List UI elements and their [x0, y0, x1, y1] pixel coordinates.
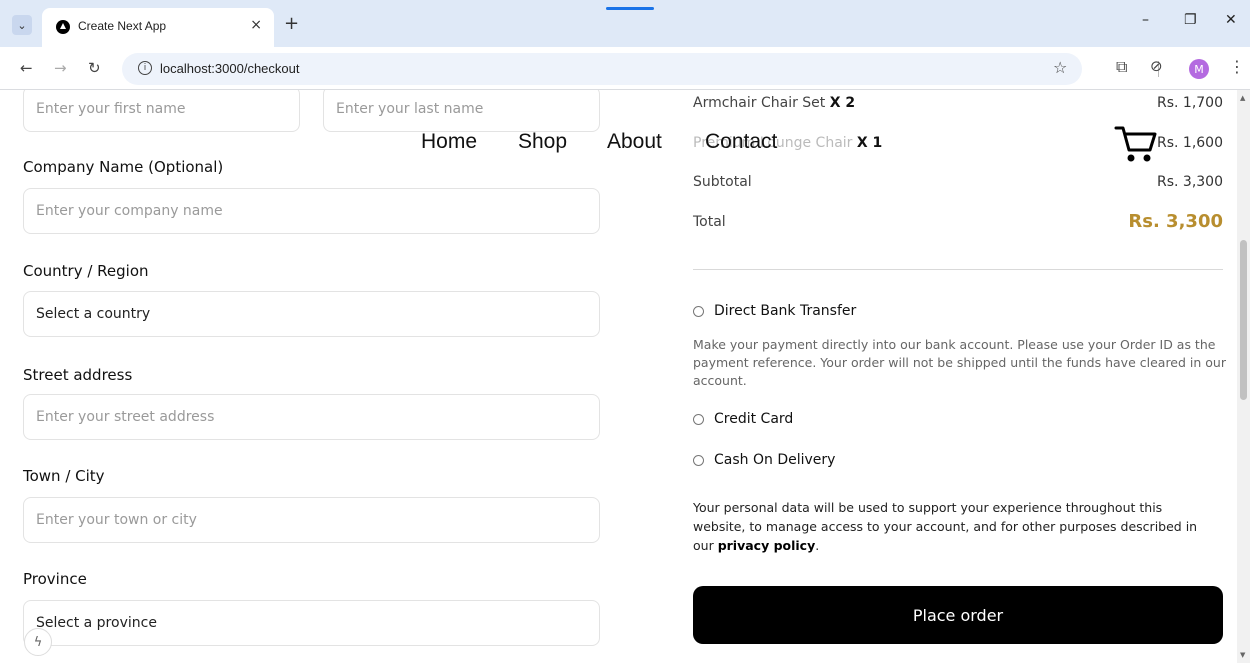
url-omnibox[interactable]: i localhost:3000/checkout	[122, 53, 1082, 85]
page-scrollbar[interactable]: ▲ ▼	[1237, 90, 1250, 663]
minimize-icon[interactable]: –	[1142, 12, 1149, 28]
summary-divider	[693, 269, 1223, 270]
performance-icon[interactable]: ⊘	[1150, 57, 1163, 75]
subtotal-label: Subtotal	[693, 174, 752, 190]
nextjs-dev-badge-icon[interactable]: ϟ	[24, 628, 52, 656]
browser-tab-strip: ⌄ Create Next App × + – ❐ ✕	[0, 0, 1250, 47]
loading-indicator	[606, 7, 654, 10]
company-input[interactable]: Enter your company name	[23, 188, 600, 234]
new-tab-icon[interactable]: +	[284, 13, 299, 34]
country-label: Country / Region	[23, 262, 149, 280]
total-label: Total	[693, 214, 726, 230]
window-close-icon[interactable]: ✕	[1225, 12, 1237, 28]
summary-item-price: Rs. 1,700	[1156, 95, 1223, 111]
province-select[interactable]: Select a province	[23, 600, 600, 646]
radio-circle-icon[interactable]	[693, 305, 704, 317]
privacy-policy-link[interactable]: privacy policy	[718, 538, 816, 553]
nav-shop-link[interactable]: Shop	[518, 130, 567, 154]
bookmark-star-icon[interactable]: ☆	[1053, 58, 1067, 77]
tab-search-chevron-icon[interactable]: ⌄	[12, 15, 32, 35]
cart-icon[interactable]	[1114, 124, 1158, 164]
street-label: Street address	[23, 366, 133, 384]
browser-address-bar: ← → ↻ i localhost:3000/checkout ☆ ⧉ ⊘ M …	[0, 47, 1250, 90]
tab-close-icon[interactable]: ×	[250, 17, 262, 33]
bank-transfer-description: Make your payment directly into our bank…	[693, 337, 1226, 388]
town-label: Town / City	[23, 467, 105, 485]
company-label: Company Name (Optional)	[23, 158, 224, 176]
payment-option-cod[interactable]: Cash On Delivery	[693, 452, 835, 468]
tab-title: Create Next App	[78, 19, 167, 33]
total-value: Rs. 3,300	[1128, 211, 1223, 232]
forward-arrow-icon[interactable]: →	[54, 59, 67, 77]
subtotal-row: Subtotal Rs. 3,300	[693, 174, 1223, 190]
restore-icon[interactable]: ❐	[1184, 12, 1197, 28]
nav-about-link[interactable]: About	[607, 130, 662, 154]
scroll-thumb[interactable]	[1240, 240, 1247, 400]
nav-contact-link[interactable]: Contact	[705, 130, 777, 154]
browser-menu-icon[interactable]: ⋮	[1229, 57, 1245, 76]
privacy-notice: Your personal data will be used to suppo…	[693, 498, 1213, 555]
url-text[interactable]: localhost:3000/checkout	[160, 61, 299, 76]
reload-icon[interactable]: ↻	[88, 59, 101, 77]
subtotal-value: Rs. 3,300	[1156, 174, 1223, 190]
site-info-icon[interactable]: i	[138, 61, 152, 75]
privacy-suffix: .	[815, 538, 820, 553]
province-label: Province	[23, 570, 87, 588]
total-row: Total Rs. 3,300	[693, 211, 1223, 232]
profile-avatar[interactable]: M	[1189, 59, 1209, 79]
payment-option-credit-card[interactable]: Credit Card	[693, 411, 793, 427]
radio-circle-icon[interactable]	[693, 413, 704, 425]
place-order-button[interactable]: Place order	[693, 586, 1223, 644]
last-name-input[interactable]: Enter your last name	[323, 90, 600, 132]
checkout-page: Enter your first name Enter your last na…	[0, 90, 1250, 663]
nextjs-favicon-icon	[56, 20, 70, 34]
payment-option-label: Credit Card	[714, 411, 794, 427]
summary-item-price: Rs. 1,600	[1156, 135, 1223, 151]
first-name-input[interactable]: Enter your first name	[23, 90, 300, 132]
nav-home-link[interactable]: Home	[421, 130, 477, 154]
payment-option-bank[interactable]: Direct Bank Transfer	[693, 303, 856, 319]
summary-item-qty: X 2	[829, 95, 856, 111]
back-arrow-icon[interactable]: ←	[20, 59, 33, 77]
payment-option-label: Cash On Delivery	[714, 452, 836, 468]
country-select[interactable]: Select a country	[23, 291, 600, 337]
extensions-puzzle-icon[interactable]: ⧉	[1116, 57, 1127, 77]
scroll-up-icon[interactable]: ▲	[1240, 94, 1245, 102]
payment-option-label: Direct Bank Transfer	[714, 303, 857, 319]
scroll-down-icon[interactable]: ▼	[1240, 651, 1245, 659]
summary-item-row: Armchair Chair Set X 2 Rs. 1,700	[693, 95, 1223, 111]
browser-tab[interactable]: Create Next App ×	[42, 8, 274, 47]
summary-item-qty: X 1	[856, 135, 883, 151]
town-input[interactable]: Enter your town or city	[23, 497, 600, 543]
street-input[interactable]: Enter your street address	[23, 394, 600, 440]
radio-circle-icon[interactable]	[693, 454, 704, 466]
summary-item-name: Armchair Chair Set	[693, 95, 826, 111]
